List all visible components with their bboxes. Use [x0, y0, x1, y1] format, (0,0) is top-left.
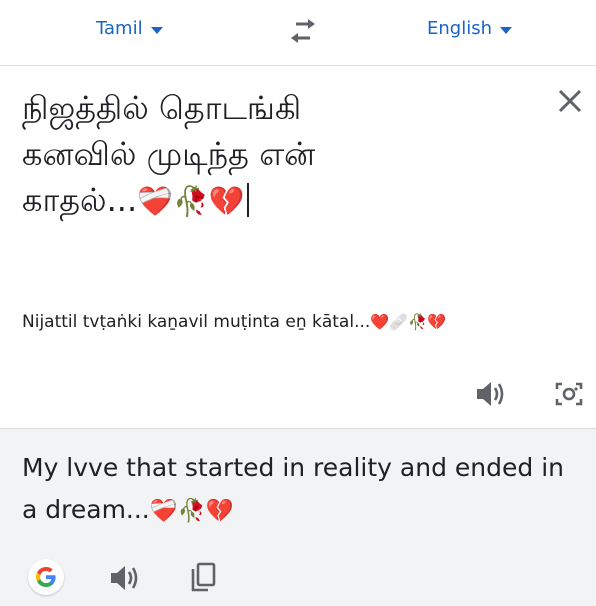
source-input[interactable]: நிஜத்தில் தொடங்கி கனவில் முடிந்த என் காத… — [22, 85, 492, 224]
camera-icon[interactable] — [553, 379, 585, 409]
translation-emoji: ❤️‍🩹🥀💔 — [149, 498, 234, 524]
swap-arrows-icon[interactable] — [286, 18, 320, 46]
source-emoji: ❤️‍🩹🥀💔 — [137, 184, 245, 218]
source-text-line: கனவில் முடிந்த என் — [22, 135, 316, 173]
source-language-label: Tamil — [96, 18, 143, 39]
google-button[interactable] — [28, 559, 64, 595]
close-icon[interactable] — [556, 87, 584, 115]
transliteration-text: Nijattil tvṭaṅki kaṉavil muṭinta eṉ kāta… — [22, 312, 371, 332]
source-panel: நிஜத்தில் தொடங்கி கனவில் முடிந்த என் காத… — [0, 67, 596, 427]
translation-output: My lvve that started in reality and ende… — [22, 447, 582, 532]
translation-text: My lvve that started in reality and ende… — [22, 453, 564, 524]
speaker-icon[interactable] — [474, 379, 508, 409]
target-language-label: English — [427, 18, 492, 39]
chevron-down-icon — [500, 26, 512, 34]
translation-panel: My lvve that started in reality and ende… — [0, 428, 596, 606]
chevron-down-icon — [150, 26, 163, 34]
source-text-end: காதல்... — [22, 181, 138, 219]
transliteration-emoji: ❤️🩹🥀💔 — [370, 313, 447, 331]
source-language-selector[interactable]: Tamil — [96, 18, 163, 39]
source-text-line: நிஜத்தில் தொடங்கி — [22, 89, 302, 127]
language-bar: Tamil English — [0, 0, 596, 66]
source-text-line: காதல்...❤️‍🩹🥀💔 — [22, 177, 492, 224]
transliteration: Nijattil tvṭaṅki kaṉavil muṭinta eṉ kāta… — [22, 312, 446, 332]
text-cursor — [246, 183, 249, 217]
speaker-icon[interactable] — [108, 563, 142, 593]
target-language-selector[interactable]: English — [427, 18, 512, 39]
copy-icon[interactable] — [188, 561, 218, 593]
google-logo-icon — [36, 567, 56, 587]
